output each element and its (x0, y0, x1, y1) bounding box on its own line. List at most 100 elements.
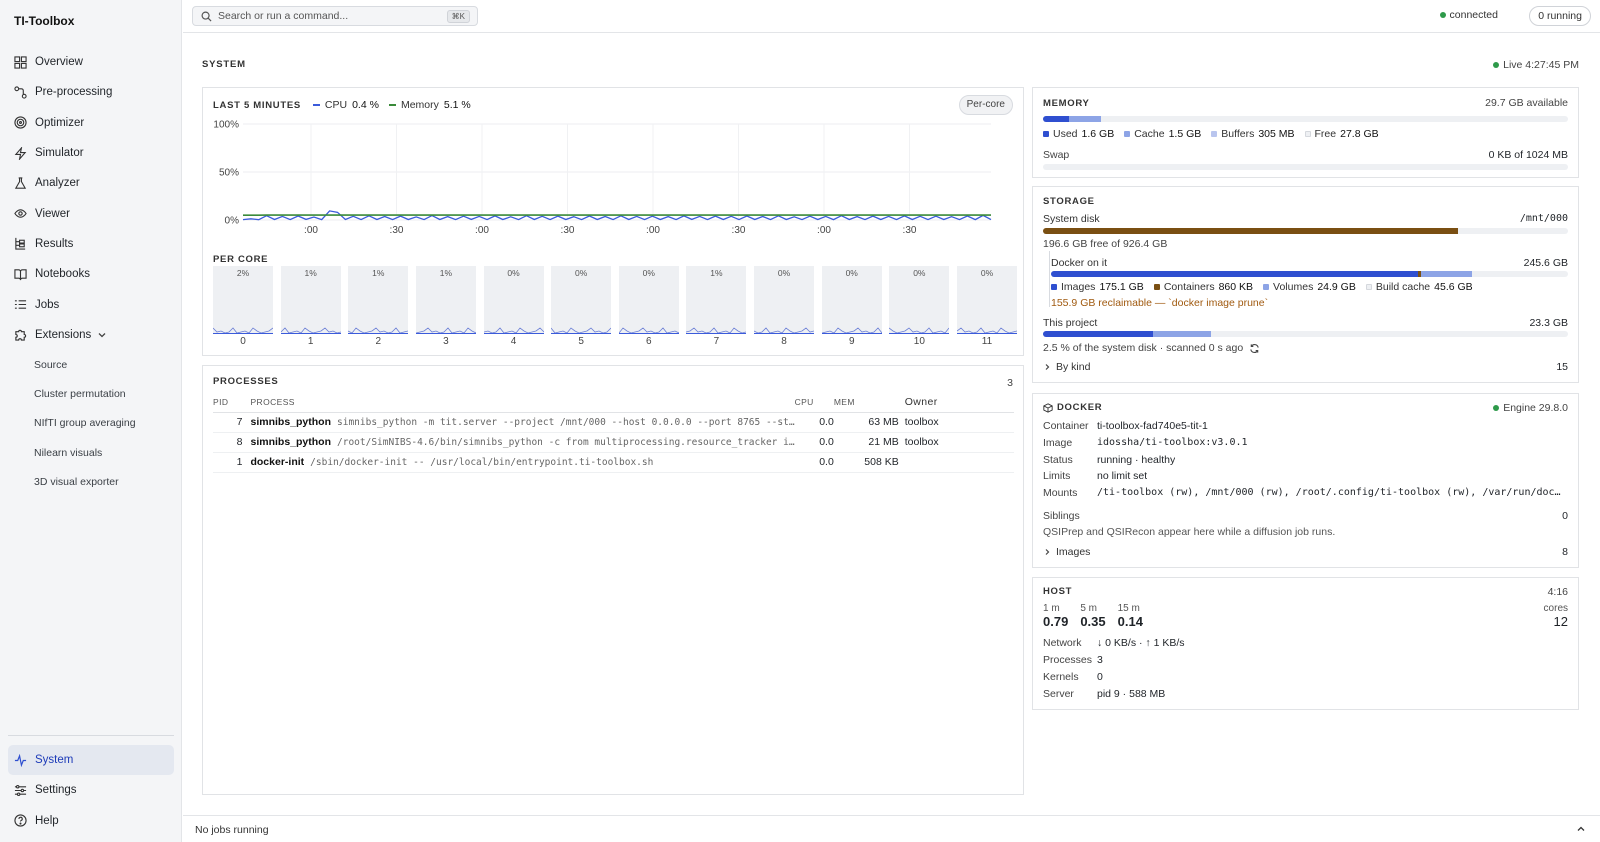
project-primary-segment (1043, 331, 1154, 337)
field-key: Image (1043, 436, 1073, 449)
docker-panel: DOCKER Engine 29.8.0 Container ti-toolbox… (1032, 393, 1579, 568)
sidebar: TI-Toolbox Overview Pre-processing Optim… (0, 0, 182, 842)
sidebar-item-analyzer[interactable]: Analyzer (8, 168, 174, 198)
sidebar-item-notebooks[interactable]: Notebooks (8, 259, 174, 289)
process-mem: 63 MB (833, 412, 899, 433)
chevron-down-icon[interactable] (97, 330, 107, 340)
core-cell: 1% 2 (348, 266, 409, 347)
reclaimable-hint[interactable]: 155.9 GB reclaimable — `docker image pru… (1051, 297, 1268, 309)
sidebar-item-overview[interactable]: Overview (8, 47, 174, 77)
sidebar-item-optimizer[interactable]: Optimizer (8, 108, 174, 138)
field-key: Status (1043, 453, 1073, 466)
sidebar-item-settings[interactable]: Settings (8, 775, 174, 805)
refresh-icon[interactable] (1249, 343, 1260, 354)
process-row[interactable]: 8 simnibs_python/root/SimNIBS-4.6/bin/sim… (213, 432, 1014, 453)
sidebar-item-label: Results (35, 237, 74, 250)
x-tick-label: :30 (732, 225, 746, 236)
legend-value: 1.5 GB (1168, 128, 1202, 140)
eye-icon (14, 209, 27, 218)
load-label: 5 m (1080, 603, 1097, 614)
legend-swatch (1304, 131, 1311, 137)
column-pid[interactable]: PID (213, 392, 247, 413)
core-sparkline (280, 327, 341, 334)
legend-swatch (1263, 284, 1270, 290)
core-percent: 0% (575, 268, 588, 278)
memory-legend-value: 5.1 % (443, 99, 471, 111)
x-tick-label: :00 (817, 225, 831, 236)
process-row[interactable]: 7 simnibs_python simnibs_python -m tit.ser… (213, 412, 1014, 433)
swap-label: Swap (1043, 149, 1070, 161)
live-indicator: Live 4:27:45 PM (1493, 59, 1579, 71)
extension-item-nifti-group-averaging[interactable]: NIfTI group averaging (34, 409, 136, 438)
column-cpu[interactable]: CPU (794, 392, 834, 413)
core-usage-box: 0% (821, 266, 882, 334)
process-owner (898, 452, 1014, 473)
target-icon (14, 116, 27, 129)
load-label: 15 m (1117, 603, 1140, 614)
load-value: 0.79 (1043, 614, 1069, 629)
extensions-submenu: Source Cluster permutation NIfTI group a… (34, 350, 136, 496)
swap-bar (1043, 164, 1568, 170)
core-sparkline (348, 327, 409, 334)
command-search[interactable]: Search or run a command... ⌘K (192, 6, 478, 26)
process-pid: 7 (213, 412, 247, 433)
per-core-toggle-button[interactable]: Per-core (958, 95, 1013, 115)
core-spark-line (686, 327, 747, 334)
by-kind-toggle[interactable]: By kind (1043, 361, 1090, 373)
extension-item-nilearn-visuals[interactable]: Nilearn visuals (34, 438, 136, 467)
legend-label: Build cache (1375, 281, 1431, 293)
by-kind-count: 15 (1556, 361, 1568, 373)
y-tick-label: 0% (225, 216, 240, 227)
search-placeholder: Search or run a command... (218, 10, 349, 22)
core-spark-line (213, 327, 273, 334)
core-percent: 1% (439, 268, 453, 278)
column-owner[interactable]: Owner (898, 392, 1014, 413)
per-core-title: PER CORE (213, 254, 269, 265)
sidebar-item-label: Overview (35, 56, 83, 69)
core-usage-box: 1% (348, 266, 409, 334)
core-usage-box: 1% (280, 266, 341, 334)
legend-label: Volumes (1273, 281, 1314, 293)
core-cell: 0% 8 (754, 266, 815, 347)
extension-item-cluster-permutation[interactable]: Cluster permutation (34, 379, 136, 408)
sidebar-item-extensions[interactable]: Extensions (8, 320, 174, 350)
sidebar-item-label: Notebooks (35, 268, 90, 281)
extension-item-source[interactable]: Source (34, 350, 136, 379)
core-label: 3 (443, 336, 449, 347)
tree-icon (15, 238, 26, 251)
legend-value: 305 MB (1258, 128, 1295, 140)
core-label: 11 (981, 336, 993, 347)
chevron-up-icon[interactable] (1576, 824, 1586, 834)
sidebar-item-help[interactable]: Help (8, 806, 174, 836)
sidebar-item-jobs[interactable]: Jobs (8, 289, 174, 319)
column-process[interactable]: PROCESS (246, 392, 795, 413)
sidebar-item-viewer[interactable]: Viewer (8, 198, 174, 228)
field-value: no limit set (1097, 470, 1148, 483)
process-owner: toolbox (898, 432, 1014, 453)
x-tick-label: :30 (390, 225, 404, 236)
column-mem[interactable]: MEM (833, 392, 899, 413)
cores-label: cores (1543, 603, 1568, 614)
memory-available: 29.7 GB available (1485, 97, 1568, 109)
grid-icon (14, 56, 27, 69)
core-sparkline (483, 327, 544, 334)
core-usage-box: 0% (483, 266, 544, 334)
core-usage-box: 2% (213, 266, 273, 334)
sidebar-item-results[interactable]: Results (8, 229, 174, 259)
images-toggle[interactable]: Images (1043, 546, 1090, 558)
by-kind-label: By kind (1056, 361, 1091, 373)
legend-item: Build cache 45.6 GB (1365, 281, 1473, 293)
extension-item-3d-visual-exporter[interactable]: 3D visual exporter (34, 467, 136, 496)
page-title: SYSTEM (202, 59, 246, 70)
chart-header: LAST 5 MINUTES CPU 0.4 % Memory 5.1 % (213, 99, 481, 111)
field-value: running · healthy (1097, 453, 1176, 466)
status-dot-icon (1439, 12, 1446, 18)
running-jobs-pill[interactable]: 0 running (1529, 6, 1591, 26)
sidebar-item-pre-processing[interactable]: Pre-processing (8, 77, 174, 107)
project-usage-value: 23.3 GB (1529, 317, 1568, 329)
core-percent: 1% (372, 268, 385, 278)
x-tick-label: :30 (561, 225, 575, 236)
process-row[interactable]: 1 docker-init/sbin/docker-init -- /usr/lo… (213, 452, 1014, 473)
sidebar-item-system[interactable]: System (8, 745, 174, 776)
sidebar-item-simulator[interactable]: Simulator (8, 138, 174, 168)
